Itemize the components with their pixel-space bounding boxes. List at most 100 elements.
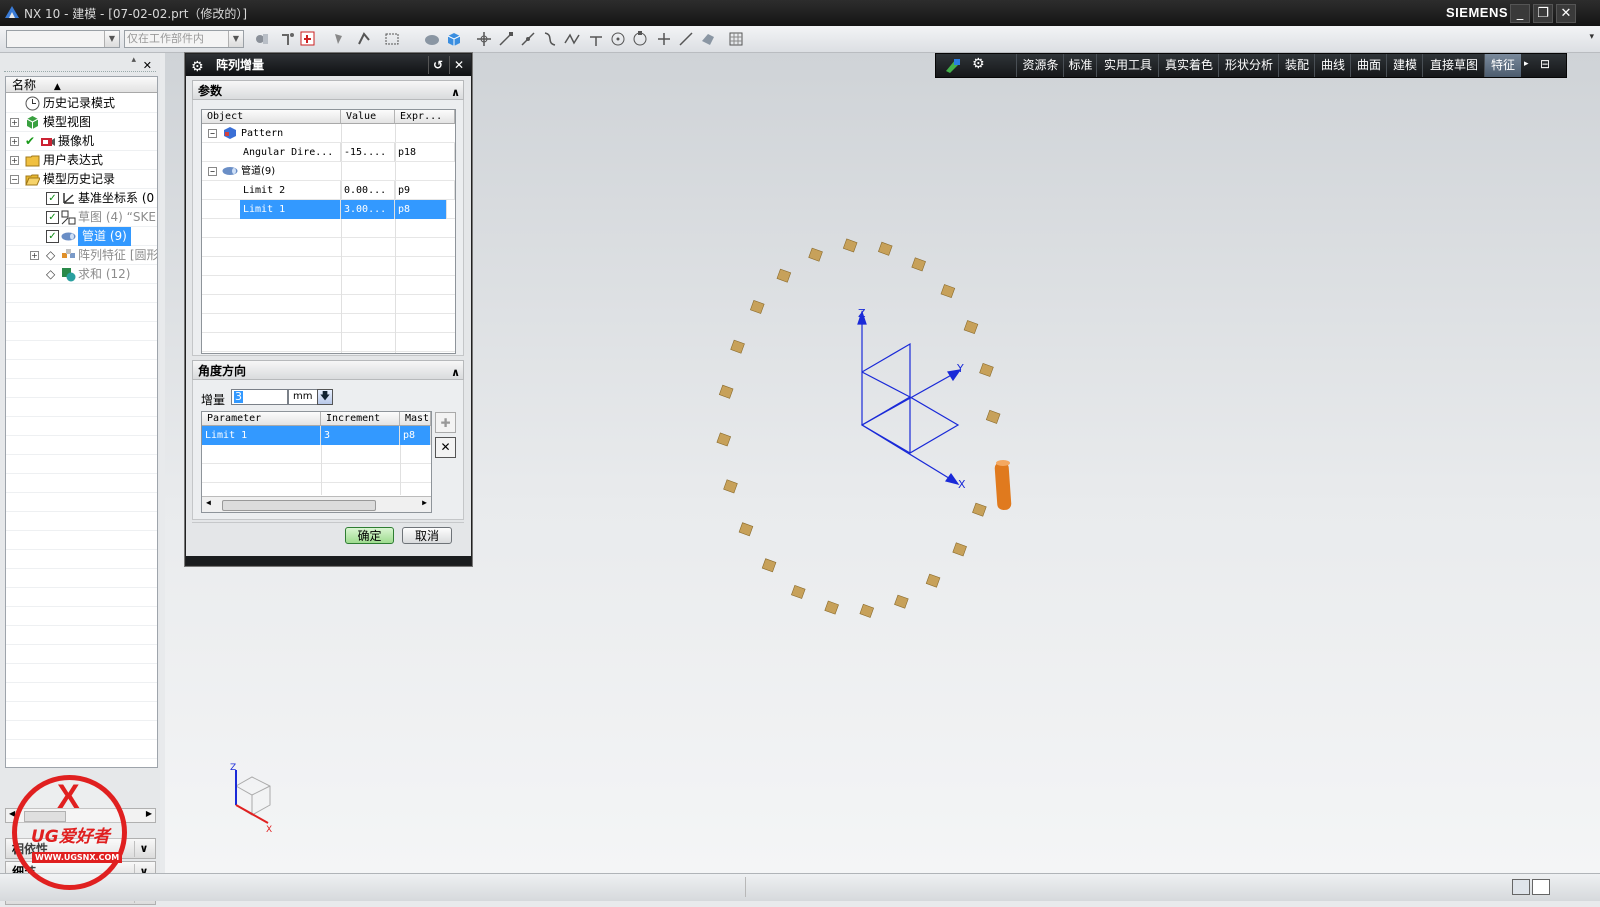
parameters-group-header[interactable]: 参数 ∧ <box>192 80 464 100</box>
snap-on-curve-icon[interactable] <box>678 31 694 47</box>
tab-feature[interactable]: 特征 <box>1484 54 1521 77</box>
select-feature-icon[interactable] <box>300 31 316 47</box>
tube-body[interactable] <box>994 460 1012 511</box>
command-finder-icon[interactable] <box>944 57 962 74</box>
snap-intersection-icon[interactable] <box>564 31 580 47</box>
increment-table-hscrollbar[interactable]: ◀ ▶ <box>202 496 431 512</box>
pattern-instance-block[interactable] <box>859 603 875 618</box>
expand-icon[interactable]: + <box>10 137 19 146</box>
chevron-down-icon[interactable]: ∨ <box>134 841 153 857</box>
pattern-instance-block[interactable] <box>972 502 987 517</box>
datum-csys[interactable] <box>857 310 962 485</box>
pattern-instance-block[interactable] <box>842 238 858 253</box>
close-icon[interactable]: ✕ <box>143 59 152 72</box>
pattern-instance-block[interactable] <box>963 320 979 335</box>
tab-true-shading[interactable]: 真实着色 <box>1158 54 1219 77</box>
pattern-instance-block[interactable] <box>738 522 754 537</box>
close-icon[interactable]: ✕ <box>449 56 468 74</box>
tree-item-history-mode[interactable]: 历史记录模式 <box>6 94 157 113</box>
pattern-instance-block[interactable] <box>878 241 893 256</box>
expression-column-header[interactable]: Expr... <box>395 110 455 124</box>
increment-column-header[interactable]: Increment <box>321 412 400 426</box>
full-screen-icon[interactable] <box>1512 879 1530 895</box>
toolbar-overflow-icon[interactable]: ▾ <box>1589 32 1594 42</box>
table-row[interactable]: Limit 2 0.00... p9 <box>202 181 455 200</box>
snap-perpendicular-icon[interactable] <box>588 31 604 47</box>
tree-item-datum-csys[interactable]: ✓ 基准坐标系 (0 <box>6 189 157 208</box>
table-row[interactable]: Angular Dire... -15.... p18 <box>202 143 455 162</box>
expand-icon[interactable]: + <box>30 251 39 260</box>
ok-button[interactable]: 确定 <box>345 527 394 544</box>
assembly-filter-icon[interactable] <box>254 31 270 47</box>
expand-icon[interactable]: + <box>10 156 19 165</box>
tree-item-model-views[interactable]: + 模型视图 <box>6 113 157 132</box>
pattern-instance-block[interactable] <box>985 409 1001 424</box>
rectangle-select-icon[interactable] <box>384 31 400 47</box>
close-window-button[interactable]: ✕ <box>1556 4 1576 23</box>
cancel-button[interactable]: 取消 <box>402 527 452 544</box>
pattern-instance-block[interactable] <box>979 363 994 377</box>
tree-item-pattern-feature[interactable]: + ◇ 阵列特征 [圆形 <box>6 246 157 265</box>
tree-item-user-expressions[interactable]: + 用户表达式 <box>6 151 157 170</box>
name-column-header[interactable]: 名称 ▲ <box>6 77 157 93</box>
collapse-icon[interactable]: − <box>208 129 217 138</box>
pattern-instance-block[interactable] <box>911 257 926 272</box>
restore-button[interactable]: ❐ <box>1533 4 1553 23</box>
scroll-right-icon[interactable]: ▶ <box>422 498 427 507</box>
table-row-selected[interactable]: Limit 1 3.00... p8 <box>202 200 455 219</box>
minimize-button[interactable]: _ <box>1510 4 1530 23</box>
snap-arc-center-icon[interactable] <box>610 31 626 47</box>
table-row[interactable]: − 管道(9) <box>202 162 455 181</box>
shaded-view-icon[interactable] <box>424 31 440 47</box>
expand-icon[interactable]: + <box>10 118 19 127</box>
snap-endpoint-icon[interactable] <box>498 31 514 47</box>
expression-menu-button[interactable]: 🡇 <box>317 389 333 405</box>
tab-direct-sketch[interactable]: 直接草图 <box>1422 54 1485 77</box>
pattern-instance-block[interactable] <box>791 585 806 599</box>
tab-modeling[interactable]: 建模 <box>1386 54 1423 77</box>
tree-item-camera[interactable]: + ✔ 摄像机 <box>6 132 157 151</box>
window-layout-icon[interactable] <box>1532 879 1550 895</box>
select-edge-icon[interactable] <box>356 31 372 47</box>
reset-icon[interactable]: ↺ <box>428 56 447 74</box>
tab-shape-analysis[interactable]: 形状分析 <box>1218 54 1279 77</box>
pin-icon[interactable]: ▴ <box>131 55 136 65</box>
tab-resource-bar[interactable]: 资源条 <box>1016 54 1064 77</box>
increment-table[interactable]: Parameter Increment Mast Limit 1 3 p8 ◀ … <box>201 411 432 513</box>
table-row-selected[interactable]: Limit 1 3 p8 <box>202 426 431 445</box>
pattern-instance-block[interactable] <box>761 558 777 573</box>
snap-point-icon[interactable] <box>280 31 296 47</box>
table-row[interactable]: − Pattern <box>202 124 455 143</box>
snap-midpoint-icon[interactable] <box>520 31 536 47</box>
tree-item-model-history[interactable]: − 模型历史记录 <box>6 170 157 189</box>
tab-curve[interactable]: 曲线 <box>1314 54 1351 77</box>
pattern-instance-block[interactable] <box>894 594 909 609</box>
snap-on-face-icon[interactable] <box>700 31 716 47</box>
scroll-left-icon[interactable]: ◀ <box>206 498 211 507</box>
snap-existing-point-icon[interactable] <box>656 31 672 47</box>
checkbox-checked[interactable]: ✓ <box>46 211 59 224</box>
ribbon-options-icon[interactable]: ⊟ <box>1540 57 1550 71</box>
select-body-icon[interactable] <box>332 31 348 47</box>
tab-assembly[interactable]: 装配 <box>1278 54 1315 77</box>
parameter-column-header[interactable]: Parameter <box>202 412 321 426</box>
tab-surface[interactable]: 曲面 <box>1350 54 1387 77</box>
snap-control-icon[interactable] <box>542 31 558 47</box>
settings-gear-icon[interactable]: ⚙ <box>972 56 985 72</box>
pattern-instance-block[interactable] <box>824 600 839 615</box>
pattern-instance-block[interactable] <box>723 479 738 494</box>
pattern-instance-block[interactable] <box>776 268 792 283</box>
parameters-table[interactable]: Object Value Expr... − Pattern Angular D… <box>201 109 456 354</box>
selection-scope-combo[interactable]: 仅在工作部件内 ▼ <box>124 30 244 48</box>
type-filter-combo[interactable]: ▼ <box>6 30 120 48</box>
scroll-thumb[interactable] <box>222 500 376 511</box>
tree-item-sketch[interactable]: ✓ 草图 (4) “SKE <box>6 208 157 227</box>
pattern-instance-block[interactable] <box>925 573 941 588</box>
pattern-instance-block[interactable] <box>952 542 967 557</box>
collapse-icon[interactable]: − <box>208 167 217 176</box>
checkbox-checked[interactable]: ✓ <box>46 192 59 205</box>
pattern-instance-block[interactable] <box>750 300 765 314</box>
tree-item-unite[interactable]: ◇ 求和 (12) <box>6 265 157 284</box>
scroll-right-icon[interactable]: ▶ <box>146 809 152 818</box>
pattern-instance-block[interactable] <box>940 284 956 299</box>
